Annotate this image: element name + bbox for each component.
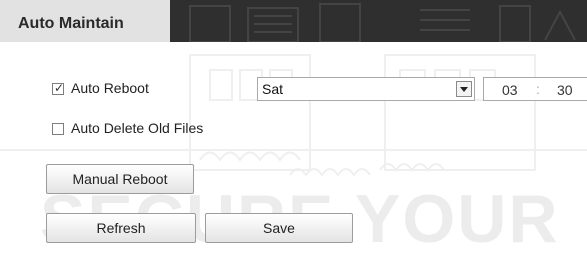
- auto-delete-label: Auto Delete Old Files: [71, 120, 204, 136]
- manual-reboot-button[interactable]: Manual Reboot: [46, 164, 194, 194]
- reboot-minute-field[interactable]: 30: [557, 82, 573, 98]
- title-bar-decoration: [189, 3, 576, 42]
- auto-reboot-checkbox[interactable]: ✓: [52, 81, 65, 95]
- title-bar: Auto Maintain: [0, 0, 587, 42]
- checkmark-icon: ✓: [54, 81, 65, 95]
- auto-reboot-label: Auto Reboot: [71, 80, 149, 96]
- reboot-day-value: Sat: [262, 81, 284, 97]
- save-button[interactable]: Save: [205, 213, 353, 243]
- title-tab: Auto Maintain: [0, 0, 170, 42]
- reboot-hour-field[interactable]: 03: [502, 82, 518, 98]
- chevron-down-icon[interactable]: [456, 81, 472, 97]
- reboot-time-input[interactable]: 03 : 30: [483, 77, 587, 101]
- reboot-day-select[interactable]: Sat: [257, 77, 475, 101]
- refresh-button[interactable]: Refresh: [46, 213, 196, 243]
- page-title: Auto Maintain: [18, 15, 124, 32]
- time-separator: :: [536, 81, 540, 97]
- auto-delete-checkbox[interactable]: [52, 123, 64, 135]
